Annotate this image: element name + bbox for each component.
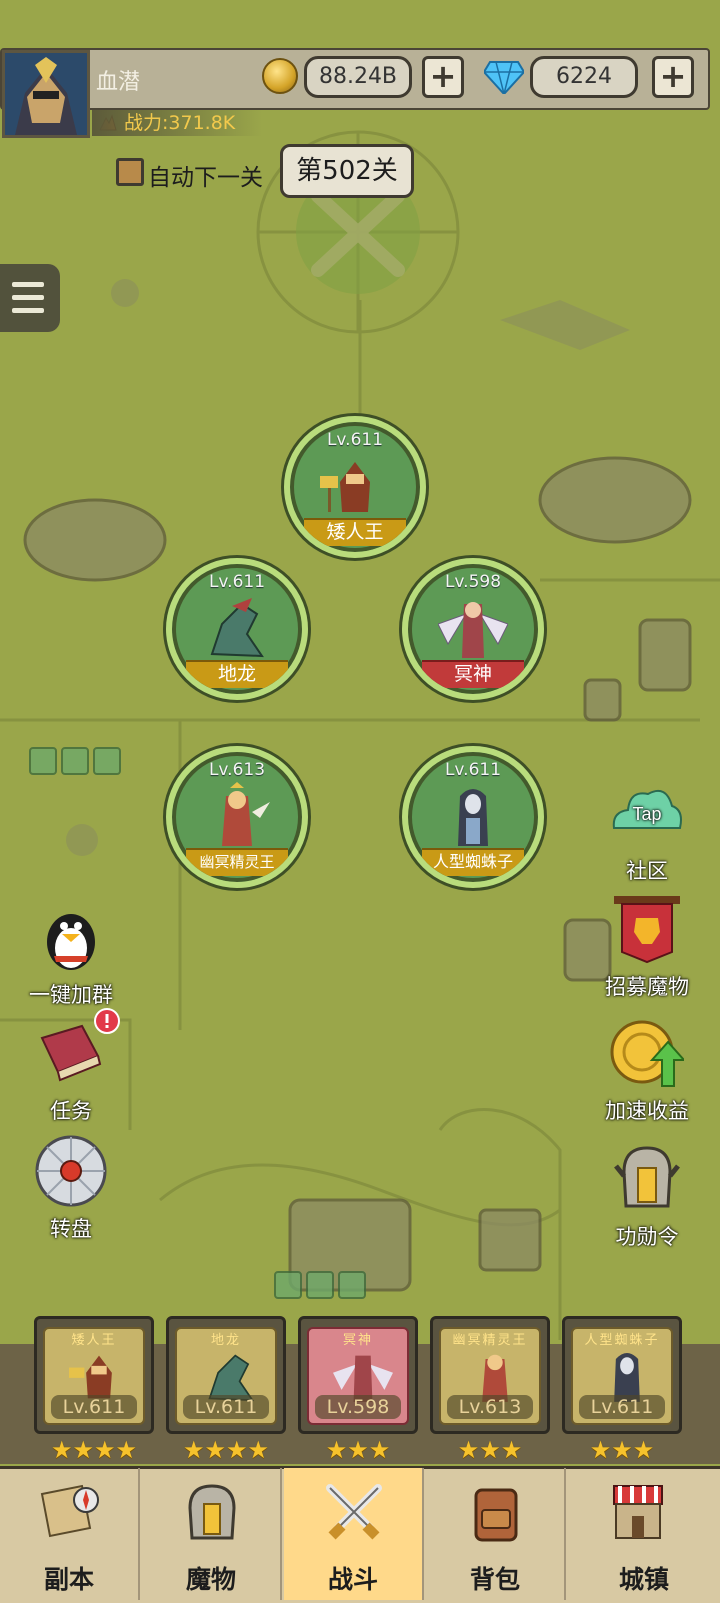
community-button[interactable]: Tap 社区 xyxy=(592,776,702,885)
helmet-icon xyxy=(614,1146,680,1208)
hero-level: Lv.598 xyxy=(444,572,502,592)
helmet-icon xyxy=(188,1484,236,1540)
shop-house-icon xyxy=(613,1485,663,1539)
roster-hero-level: Lv.611 xyxy=(579,1395,665,1419)
alert-badge-icon xyxy=(94,1008,120,1034)
roster-stars: ★★★ xyxy=(457,1436,523,1464)
dwarf-king-icon xyxy=(320,462,370,512)
hamburger-icon-line xyxy=(12,295,44,300)
roster-hero-level: Lv.598 xyxy=(315,1395,401,1419)
penguin-icon xyxy=(47,914,95,970)
gold-coin-icon xyxy=(262,58,298,94)
roster-hero-level: Lv.611 xyxy=(183,1395,269,1419)
hero-name-ribbon: 冥神 xyxy=(422,660,524,688)
hero-slot-5[interactable]: Lv.611 人型蜘蛛子 xyxy=(402,746,544,888)
hero-name-ribbon: 矮人王 xyxy=(304,518,406,546)
quest-button[interactable]: 任务 xyxy=(16,1008,126,1125)
roster-stars: ★★★★ xyxy=(182,1436,270,1464)
gold-amount: 88.24B xyxy=(304,56,412,98)
roster-card-5[interactable]: 人型蜘蛛子 Lv.611 xyxy=(562,1316,682,1434)
roster-card-2[interactable]: 地龙 Lv.611 xyxy=(166,1316,286,1434)
tab-label: 背包 xyxy=(469,1565,520,1594)
roster-card-art: 人型蜘蛛子 Lv.611 xyxy=(571,1327,673,1425)
roster-card-3[interactable]: 冥神 Lv.598 xyxy=(298,1316,418,1434)
diamond-icon xyxy=(484,61,524,94)
tab-monsters[interactable]: 魔物 xyxy=(142,1468,282,1600)
gem-amount: 6224 xyxy=(530,56,638,98)
hero-level: Lv.611 xyxy=(444,760,502,780)
menu-button[interactable] xyxy=(0,264,60,332)
tab-town[interactable]: 城镇 xyxy=(568,1468,720,1600)
tap-cloud-icon: Tap xyxy=(612,790,682,829)
roster-stars: ★★★ xyxy=(589,1436,655,1464)
backpack-icon xyxy=(474,1488,518,1542)
hero-level: Lv.611 xyxy=(208,572,266,592)
auto-next-stage-checkbox[interactable] xyxy=(116,158,144,186)
roster-hero-name: 人型蜘蛛子 xyxy=(584,1333,660,1348)
current-stage-badge[interactable]: 第502关 xyxy=(280,144,414,198)
roster-card-4[interactable]: 幽冥精灵王 Lv.613 xyxy=(430,1316,550,1434)
roster-hero-level: Lv.613 xyxy=(447,1395,533,1419)
crossed-swords-icon xyxy=(326,1484,382,1540)
roster-hero-name: 冥神 xyxy=(342,1333,373,1348)
roster-hero-name: 幽冥精灵王 xyxy=(452,1333,528,1348)
wheel-icon xyxy=(35,1135,107,1207)
merit-order-button[interactable]: 功勋令 xyxy=(580,1142,714,1251)
roster-hero-name: 矮人王 xyxy=(71,1333,117,1348)
recruit-monster-button[interactable]: 招募魔物 xyxy=(580,892,714,1001)
spider-girl-icon xyxy=(458,789,488,846)
hero-name-ribbon: 地龙 xyxy=(186,660,288,688)
roster-hero-name: 地龙 xyxy=(210,1333,241,1348)
add-gems-button[interactable]: + xyxy=(652,56,694,98)
tab-label: 城镇 xyxy=(618,1565,669,1594)
tab-backpack[interactable]: 背包 xyxy=(426,1468,566,1600)
add-gold-button[interactable]: + xyxy=(422,56,464,98)
tab-battle[interactable]: 战斗 xyxy=(284,1468,424,1600)
join-group-label: 一键加群 xyxy=(29,983,113,1007)
hero-name-ribbon: 幽冥精灵王 xyxy=(186,848,288,876)
roster-card-art: 冥神 Lv.598 xyxy=(307,1327,409,1425)
lucky-wheel-button[interactable]: 转盘 xyxy=(16,1134,126,1243)
hamburger-icon xyxy=(12,282,44,287)
underworld-god-icon xyxy=(438,602,508,658)
combat-power: 战力:371.8K xyxy=(92,110,262,136)
map-compass-icon xyxy=(40,1484,99,1538)
roster-card-art: 矮人王 Lv.611 xyxy=(43,1327,145,1425)
speed-up-income-button[interactable]: 加速收益 xyxy=(580,1016,714,1125)
banner-icon xyxy=(614,896,680,964)
roster-card-art: 幽冥精灵王 Lv.613 xyxy=(439,1327,541,1425)
tap-text: Tap xyxy=(632,804,661,824)
quest-label: 任务 xyxy=(50,1099,92,1123)
elf-king-icon xyxy=(222,782,270,846)
hero-slot-4[interactable]: Lv.613 幽冥精灵王 xyxy=(166,746,308,888)
community-label: 社区 xyxy=(626,859,668,883)
player-name: 血潜 xyxy=(96,70,141,95)
coin-arrow-icon xyxy=(610,1020,687,1087)
tab-dungeon[interactable]: 副本 xyxy=(0,1468,140,1600)
roster-card-1[interactable]: 矮人王 Lv.611 xyxy=(34,1316,154,1434)
hero-level: Lv.611 xyxy=(326,430,384,450)
roster-stars: ★★★ xyxy=(325,1436,391,1464)
tab-label: 战斗 xyxy=(327,1565,378,1594)
earth-dragon-icon xyxy=(210,598,264,658)
roster-card-art: 地龙 Lv.611 xyxy=(175,1327,277,1425)
auto-next-stage-label: 自动下一关 xyxy=(148,165,263,191)
hero-slot-3[interactable]: Lv.598 冥神 xyxy=(402,558,544,700)
player-avatar[interactable] xyxy=(2,50,90,138)
tab-label: 魔物 xyxy=(185,1565,236,1594)
hamburger-icon-line xyxy=(12,308,44,313)
merit-order-label: 功勋令 xyxy=(615,1225,679,1249)
tab-label: 副本 xyxy=(43,1565,94,1594)
join-group-button[interactable]: 一键加群 xyxy=(16,900,126,1009)
hero-slot-2[interactable]: Lv.611 地龙 xyxy=(166,558,308,700)
lucky-wheel-label: 转盘 xyxy=(50,1217,92,1241)
roster-stars: ★★★★ xyxy=(50,1436,138,1464)
hero-level: Lv.613 xyxy=(208,760,266,780)
hero-slot-1[interactable]: Lv.611 矮人王 xyxy=(284,416,426,558)
hero-name-ribbon: 人型蜘蛛子 xyxy=(422,848,524,876)
speed-up-income-label: 加速收益 xyxy=(605,1099,689,1123)
avatar-portrait-icon xyxy=(5,53,87,135)
roster-hero-level: Lv.611 xyxy=(51,1395,137,1419)
recruit-monster-label: 招募魔物 xyxy=(605,975,689,999)
